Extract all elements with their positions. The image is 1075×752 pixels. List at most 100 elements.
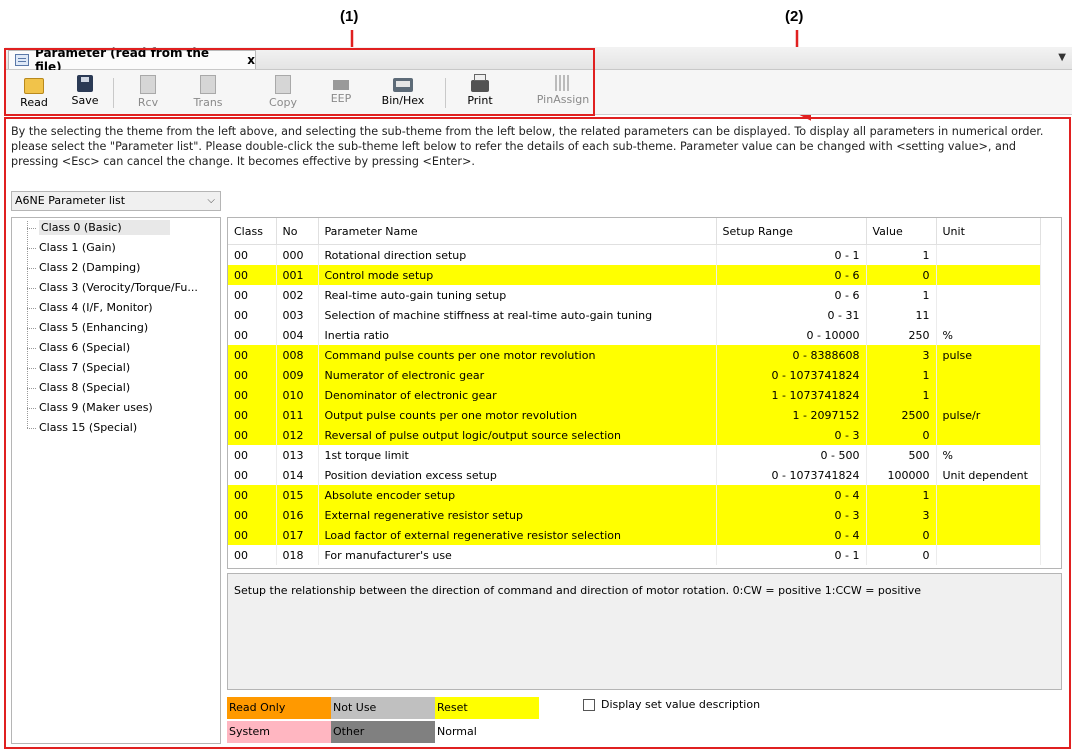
tree-item-class-15[interactable]: Class 15 (Special) — [12, 418, 220, 438]
column-header-no[interactable]: No — [276, 218, 319, 245]
cell-value[interactable]: 1 — [866, 285, 937, 305]
table-row[interactable]: 00 003 Selection of machine stiffness at r… — [228, 305, 1041, 325]
cell-class: 00 — [228, 365, 277, 385]
tree-item-class-6[interactable]: Class 6 (Special) — [12, 338, 220, 358]
table-row[interactable]: 00 013 1st torque limit 0 - 500 500% — [228, 445, 1041, 465]
tree-item-label: Class 9 (Maker uses) — [39, 401, 153, 414]
cell-value[interactable]: 0 — [866, 425, 937, 445]
cell-unit — [936, 505, 1041, 525]
table-row[interactable]: 00 004 Inertia ratio 0 - 10000 250% — [228, 325, 1041, 345]
cell-value[interactable]: 0 — [866, 525, 937, 545]
highlight-frame-1 — [4, 48, 595, 116]
cell-setup-range: 0 - 3 — [716, 505, 867, 525]
cell-setup-range: 1 - 2097152 — [716, 405, 867, 425]
tree-item-label: Class 6 (Special) — [39, 341, 131, 354]
table-row[interactable]: 00 001 Control mode setup 0 - 60 — [228, 265, 1041, 285]
cell-no: 017 — [276, 525, 319, 545]
tab-list-dropdown-icon[interactable]: ▼ — [1058, 52, 1066, 63]
cell-value[interactable]: 2500 — [866, 405, 937, 425]
cell-setup-range: 0 - 1073741824 — [716, 465, 867, 485]
cell-class: 00 — [228, 545, 277, 565]
table-row[interactable]: 00 014 Position deviation excess setup 0 - … — [228, 465, 1041, 485]
legend-other: Other — [331, 721, 435, 743]
tree-item-class-8[interactable]: Class 8 (Special) — [12, 378, 220, 398]
table-row[interactable]: 00 008 Command pulse counts per one motor … — [228, 345, 1041, 365]
chevron-down-icon: ⌵ — [207, 195, 215, 206]
cell-class: 00 — [228, 325, 277, 345]
cell-parameter-name: Denominator of electronic gear — [318, 385, 717, 405]
sub-theme-tree: Class 0 (Basic) Class 1 (Gain) Class 2 (… — [11, 217, 221, 744]
legend-normal: Normal — [435, 721, 539, 743]
help-description: By the selecting the theme from the left… — [11, 125, 1044, 168]
cell-parameter-name: For manufacturer's use — [318, 545, 717, 565]
tree-item-class-1[interactable]: Class 1 (Gain) — [12, 238, 220, 258]
theme-select[interactable]: A6NE Parameter list ⌵ — [11, 191, 221, 211]
table-row[interactable]: 00 012 Reversal of pulse output logic/outp… — [228, 425, 1041, 445]
cell-parameter-name: Position deviation excess setup — [318, 465, 717, 485]
cell-setup-range: 0 - 1073741824 — [716, 365, 867, 385]
cell-unit — [936, 285, 1041, 305]
cell-unit: Unit dependent — [936, 465, 1041, 485]
cell-unit — [936, 244, 1041, 265]
table-row[interactable]: 00 010 Denominator of electronic gear 1 - 1… — [228, 385, 1041, 405]
tree-item-class-0[interactable]: Class 0 (Basic) — [12, 218, 220, 238]
tree-item-class-9[interactable]: Class 9 (Maker uses) — [12, 398, 220, 418]
tree-item-label: Class 5 (Enhancing) — [39, 321, 149, 334]
cell-value[interactable]: 1 — [866, 244, 937, 265]
tree-item-class-7[interactable]: Class 7 (Special) — [12, 358, 220, 378]
table-row[interactable]: 00 018 For manufacturer's use 0 - 10 — [228, 545, 1041, 565]
display-description-label[interactable]: Display set value description — [601, 697, 760, 713]
cell-value[interactable]: 1 — [866, 385, 937, 405]
cell-class: 00 — [228, 505, 277, 525]
table-row[interactable]: 00 015 Absolute encoder setup 0 - 41 — [228, 485, 1041, 505]
cell-value[interactable]: 3 — [866, 345, 937, 365]
cell-class: 00 — [228, 385, 277, 405]
cell-class: 00 — [228, 525, 277, 545]
tree-item-class-2[interactable]: Class 2 (Damping) — [12, 258, 220, 278]
cell-class: 00 — [228, 445, 277, 465]
table-row[interactable]: 00 000 Rotational direction setup 0 - 11 — [228, 244, 1041, 265]
cell-class: 00 — [228, 244, 277, 265]
cell-value[interactable]: 0 — [866, 265, 937, 285]
legend-system: System — [227, 721, 331, 743]
display-description-checkbox[interactable] — [583, 699, 595, 711]
cell-class: 00 — [228, 265, 277, 285]
cell-no: 010 — [276, 385, 319, 405]
table-row[interactable]: 00 009 Numerator of electronic gear 0 - 107… — [228, 365, 1041, 385]
tree-item-class-3[interactable]: Class 3 (Verocity/Torque/Fu... — [12, 278, 220, 298]
cell-parameter-name: Command pulse counts per one motor revol… — [318, 345, 717, 365]
table-row[interactable]: 00 011 Output pulse counts per one motor r… — [228, 405, 1041, 425]
cell-value[interactable]: 500 — [866, 445, 937, 465]
cell-value[interactable]: 1 — [866, 485, 937, 505]
cell-value[interactable]: 250 — [866, 325, 937, 345]
cell-unit: % — [936, 445, 1041, 465]
column-header-setup-range[interactable]: Setup Range — [716, 218, 867, 245]
cell-unit: % — [936, 325, 1041, 345]
cell-class: 00 — [228, 345, 277, 365]
column-header-value[interactable]: Value — [866, 218, 937, 245]
cell-no: 003 — [276, 305, 319, 325]
cell-value[interactable]: 100000 — [866, 465, 937, 485]
cell-parameter-name: Reversal of pulse output logic/output so… — [318, 425, 717, 445]
parameter-info-box: Setup the relationship between the direc… — [227, 573, 1062, 690]
column-header-unit[interactable]: Unit — [936, 218, 1041, 245]
cell-value[interactable]: 0 — [866, 545, 937, 565]
cell-value[interactable]: 11 — [866, 305, 937, 325]
table-row[interactable]: 00 017 Load factor of external regenerativ… — [228, 525, 1041, 545]
cell-value[interactable]: 1 — [866, 365, 937, 385]
tree-item-class-4[interactable]: Class 4 (I/F, Monitor) — [12, 298, 220, 318]
tree-item-class-5[interactable]: Class 5 (Enhancing) — [12, 318, 220, 338]
cell-value[interactable]: 3 — [866, 505, 937, 525]
table-row[interactable]: 00 016 External regenerative resistor setu… — [228, 505, 1041, 525]
callout-2: (2) — [785, 8, 804, 25]
column-header-class[interactable]: Class — [228, 218, 277, 245]
legend-reset: Reset — [435, 697, 539, 719]
column-header-parameter-name[interactable]: Parameter Name — [318, 218, 717, 245]
cell-no: 016 — [276, 505, 319, 525]
cell-unit — [936, 425, 1041, 445]
tree-item-label: Class 4 (I/F, Monitor) — [39, 301, 153, 314]
cell-no: 011 — [276, 405, 319, 425]
cell-parameter-name: Control mode setup — [318, 265, 717, 285]
table-row[interactable]: 00 002 Real-time auto-gain tuning setup 0 -… — [228, 285, 1041, 305]
tree-item-label: Class 2 (Damping) — [39, 261, 141, 274]
